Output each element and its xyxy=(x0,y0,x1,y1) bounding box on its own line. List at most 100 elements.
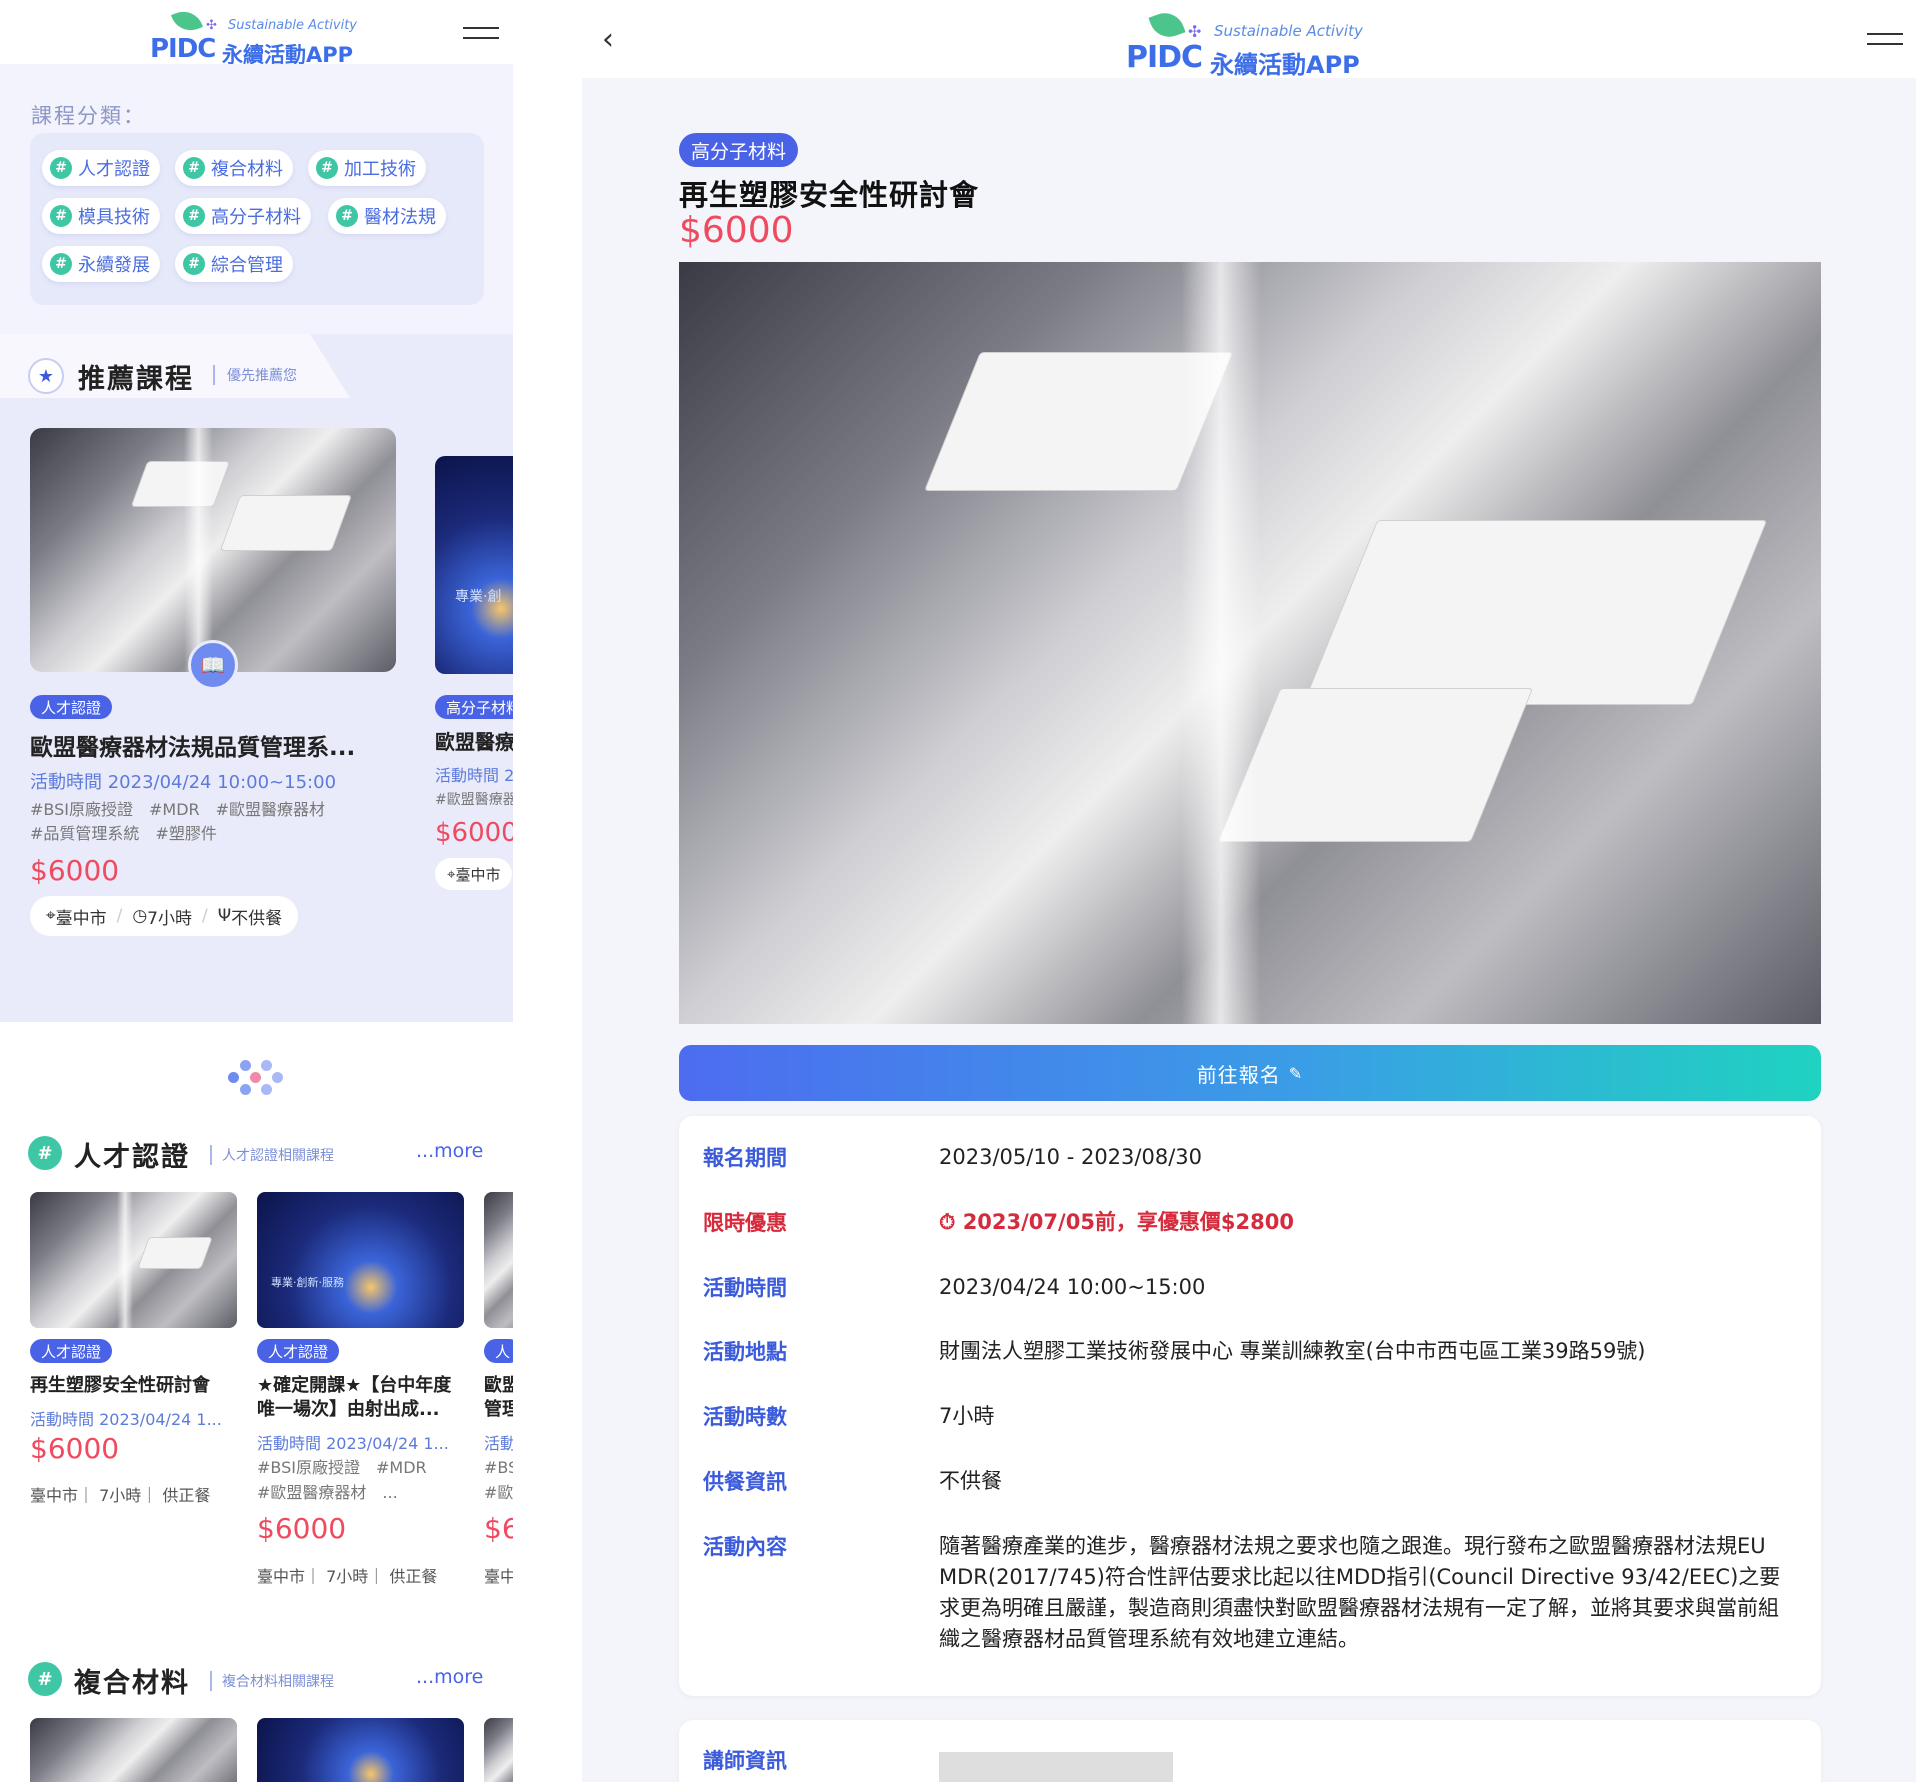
chevron-left-icon[interactable]: ‹ xyxy=(602,22,614,57)
chip-processing[interactable]: # 加工技術 xyxy=(308,150,426,186)
course-image[interactable] xyxy=(484,1192,513,1328)
course-title-line2[interactable]: 唯一場次】由射出成... xyxy=(257,1395,472,1421)
chip-polymer[interactable]: # 高分子材料 xyxy=(175,198,311,234)
course-time: 活動時間 2 xyxy=(435,766,513,785)
course-time: 活動時間 2023/04/24 1... xyxy=(30,1410,222,1429)
course-time: 活動時間 2023/04/24 10:00~15:00 xyxy=(30,772,337,793)
pen-icon: ✎ xyxy=(1288,1063,1304,1083)
detail-value: 隨著醫療產業的進步，醫療器材法規之要求也隨之跟進。現行發布之歐盟醫療器材法規EU… xyxy=(939,1534,1781,1651)
hash-icon: # xyxy=(183,157,205,179)
location-icon: ⌖ xyxy=(447,865,456,883)
rack-shape xyxy=(221,496,351,550)
instructor-card: 講師資訊 xyxy=(679,1720,1821,1782)
course-time: 活動時間 2023/04/24 1... xyxy=(257,1434,449,1453)
course-image[interactable] xyxy=(30,1718,237,1782)
logo-tagline: Sustainable Activity xyxy=(1214,22,1363,40)
rack-shape xyxy=(138,1238,212,1269)
course-info: 臺中市｜ 7小時｜ 供正餐 xyxy=(30,1486,211,1505)
course-tags: #歐 xyxy=(484,1483,513,1502)
detail-panel: ‹ ✣ Sustainable Activity PIDC 永續活動APP 高分… xyxy=(582,0,1916,1782)
course-tags: #BSI原廠授證 #MDR xyxy=(257,1458,427,1477)
course-price: $6 xyxy=(484,1512,513,1545)
course-image[interactable]: 專業·創新·服務 xyxy=(257,1192,464,1328)
chip-label: 人才認證 xyxy=(78,159,150,180)
course-title[interactable]: ★確定開課★【台中年度 xyxy=(257,1371,472,1397)
details-card: 報名期間 2023/05/10 - 2023/08/30 限時優惠 ⏱ 2023… xyxy=(679,1116,1821,1696)
register-label: 前往報名 xyxy=(1196,1062,1281,1087)
course-price: $6000 xyxy=(257,1512,347,1545)
chip-medical-regulation[interactable]: # 醫材法規 xyxy=(328,198,446,234)
course-tags: #歐盟醫療器材 ... xyxy=(257,1483,398,1502)
detail-label: 活動時數 xyxy=(703,1405,787,1429)
chip-label: 高分子材料 xyxy=(211,207,301,228)
pidc-logo[interactable]: ✣ Sustainable Activity PIDC 永續活動APP xyxy=(1126,7,1366,79)
event-title: 再生塑膠安全性研討會 xyxy=(679,178,980,212)
course-price: $6000 xyxy=(30,1432,120,1465)
pidc-logo[interactable]: ✣ Sustainable Activity PIDC 永續活動APP xyxy=(150,6,360,67)
course-info-pill: ⌖ 臺中市 / ◷ 7小時 / Ψ 不供餐 xyxy=(30,896,299,936)
menu-icon[interactable] xyxy=(1867,33,1903,45)
course-time: 活動 xyxy=(484,1434,513,1453)
hash-icon: # xyxy=(28,1662,62,1696)
more-link[interactable]: ...more xyxy=(416,1666,483,1688)
detail-value: ⏱ 2023/07/05前，享優惠價$2800 xyxy=(939,1210,1294,1234)
course-image[interactable] xyxy=(30,1192,237,1328)
register-button[interactable]: 前往報名 ✎ xyxy=(679,1045,1821,1101)
star-icon: ★ xyxy=(28,358,64,394)
image-caption: 專業·創 xyxy=(455,589,502,605)
course-image[interactable] xyxy=(484,1718,513,1782)
rack-shape xyxy=(1304,521,1767,704)
course-tags: #BS xyxy=(484,1458,513,1477)
course-image[interactable]: 專業·創 xyxy=(435,456,513,674)
course-price: $6000 xyxy=(435,818,513,848)
detail-label: 活動時間 xyxy=(703,1276,787,1300)
course-title-line2[interactable]: 管理 xyxy=(484,1395,513,1421)
hash-icon: # xyxy=(50,157,72,179)
course-image[interactable] xyxy=(30,428,396,672)
detail-label: 供餐資訊 xyxy=(703,1470,787,1494)
course-title[interactable]: 歐盟醫療器材法規品質管理系... xyxy=(30,728,400,762)
glare-shape xyxy=(183,428,213,672)
course-info: 臺中 xyxy=(484,1567,513,1586)
location-icon: ⌖ xyxy=(46,906,56,926)
glare-shape xyxy=(116,1192,134,1328)
chip-composite[interactable]: # 複合材料 xyxy=(175,150,293,186)
course-title[interactable]: 再生塑膠安全性研討會 xyxy=(30,1371,240,1397)
course-title[interactable]: 歐盟 xyxy=(484,1371,513,1397)
chip-sustainability[interactable]: # 永續發展 xyxy=(42,246,160,282)
chip-management[interactable]: # 綜合管理 xyxy=(175,246,293,282)
hash-icon: # xyxy=(336,205,358,227)
divider: / xyxy=(201,906,208,926)
clock-icon: ◷ xyxy=(132,906,148,926)
hash-icon: # xyxy=(50,253,72,275)
rack-shape xyxy=(131,462,229,507)
detail-value: 財團法人塑膠工業技術發展中心 專業訓練教室(台中市西屯區工業39路59號) xyxy=(939,1339,1646,1363)
chip-label: 綜合管理 xyxy=(211,255,283,276)
course-info-pill: ⌖ 臺中市 xyxy=(435,858,513,890)
section-subtitle: 人才認證相關課程 xyxy=(210,1145,334,1165)
category-title: 課程分類： xyxy=(31,104,146,128)
course-location: 臺中市 xyxy=(455,865,501,884)
more-link[interactable]: ...more xyxy=(416,1140,483,1162)
detail-label: 活動內容 xyxy=(703,1535,787,1559)
recommended-subtitle: 優先推薦您 xyxy=(213,365,297,385)
book-icon[interactable]: 📖 xyxy=(188,640,238,690)
chip-label: 模具技術 xyxy=(78,207,150,228)
course-image[interactable] xyxy=(257,1718,464,1782)
course-info: 臺中市｜ 7小時｜ 供正餐 xyxy=(257,1567,438,1586)
instructor-photo-placeholder xyxy=(939,1752,1173,1782)
logo-app-name: 永續活動APP xyxy=(1210,51,1360,79)
chip-label: 永續發展 xyxy=(78,255,150,276)
course-meal: 不供餐 xyxy=(231,908,283,929)
chip-mold[interactable]: # 模具技術 xyxy=(42,198,160,234)
course-badge: 人 xyxy=(484,1339,513,1363)
detail-label: 活動地點 xyxy=(703,1340,787,1364)
home-panel: ✣ Sustainable Activity PIDC 永續活動APP 課程分類… xyxy=(0,0,513,1782)
menu-icon[interactable] xyxy=(463,27,499,39)
course-title[interactable]: 歐盟醫療 xyxy=(435,726,513,755)
chip-talent[interactable]: # 人才認證 xyxy=(42,150,160,186)
course-location: 臺中市 xyxy=(55,908,107,929)
detail-value: 2023/05/10 - 2023/08/30 xyxy=(939,1145,1203,1169)
chip-label: 加工技術 xyxy=(344,159,416,180)
glare-shape xyxy=(1181,262,1262,1024)
